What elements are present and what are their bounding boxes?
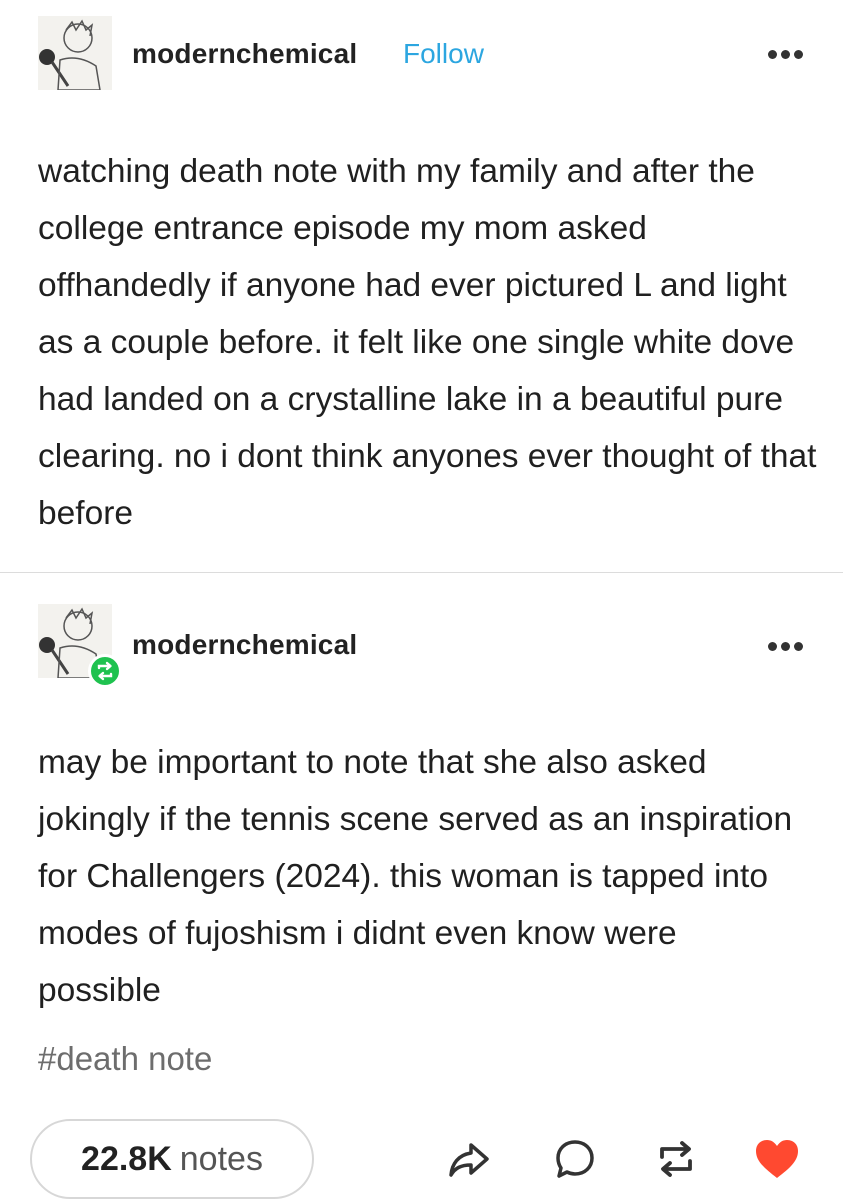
heart-icon[interactable] xyxy=(752,1135,800,1183)
notes-label: notes xyxy=(179,1139,263,1178)
reply-icon[interactable] xyxy=(551,1135,599,1183)
avatar[interactable] xyxy=(38,16,112,90)
follow-button[interactable]: Follow xyxy=(403,38,484,70)
share-icon[interactable] xyxy=(445,1135,493,1183)
reblog-username[interactable]: modernchemical xyxy=(132,629,357,661)
divider xyxy=(0,572,843,573)
more-icon[interactable] xyxy=(768,46,812,66)
more-icon[interactable] xyxy=(768,638,812,658)
tag-death-note[interactable]: #death note xyxy=(38,1040,212,1078)
post-username[interactable]: modernchemical xyxy=(132,38,357,70)
notes-count: 22.8K xyxy=(81,1139,172,1178)
notes-button[interactable]: 22.8K notes xyxy=(30,1119,314,1199)
reblog-icon[interactable] xyxy=(652,1135,700,1183)
reblog-body: may be important to note that she also a… xyxy=(38,744,793,1009)
reblog-badge-icon xyxy=(88,654,122,688)
post-body: watching death note with my family and a… xyxy=(38,153,817,532)
